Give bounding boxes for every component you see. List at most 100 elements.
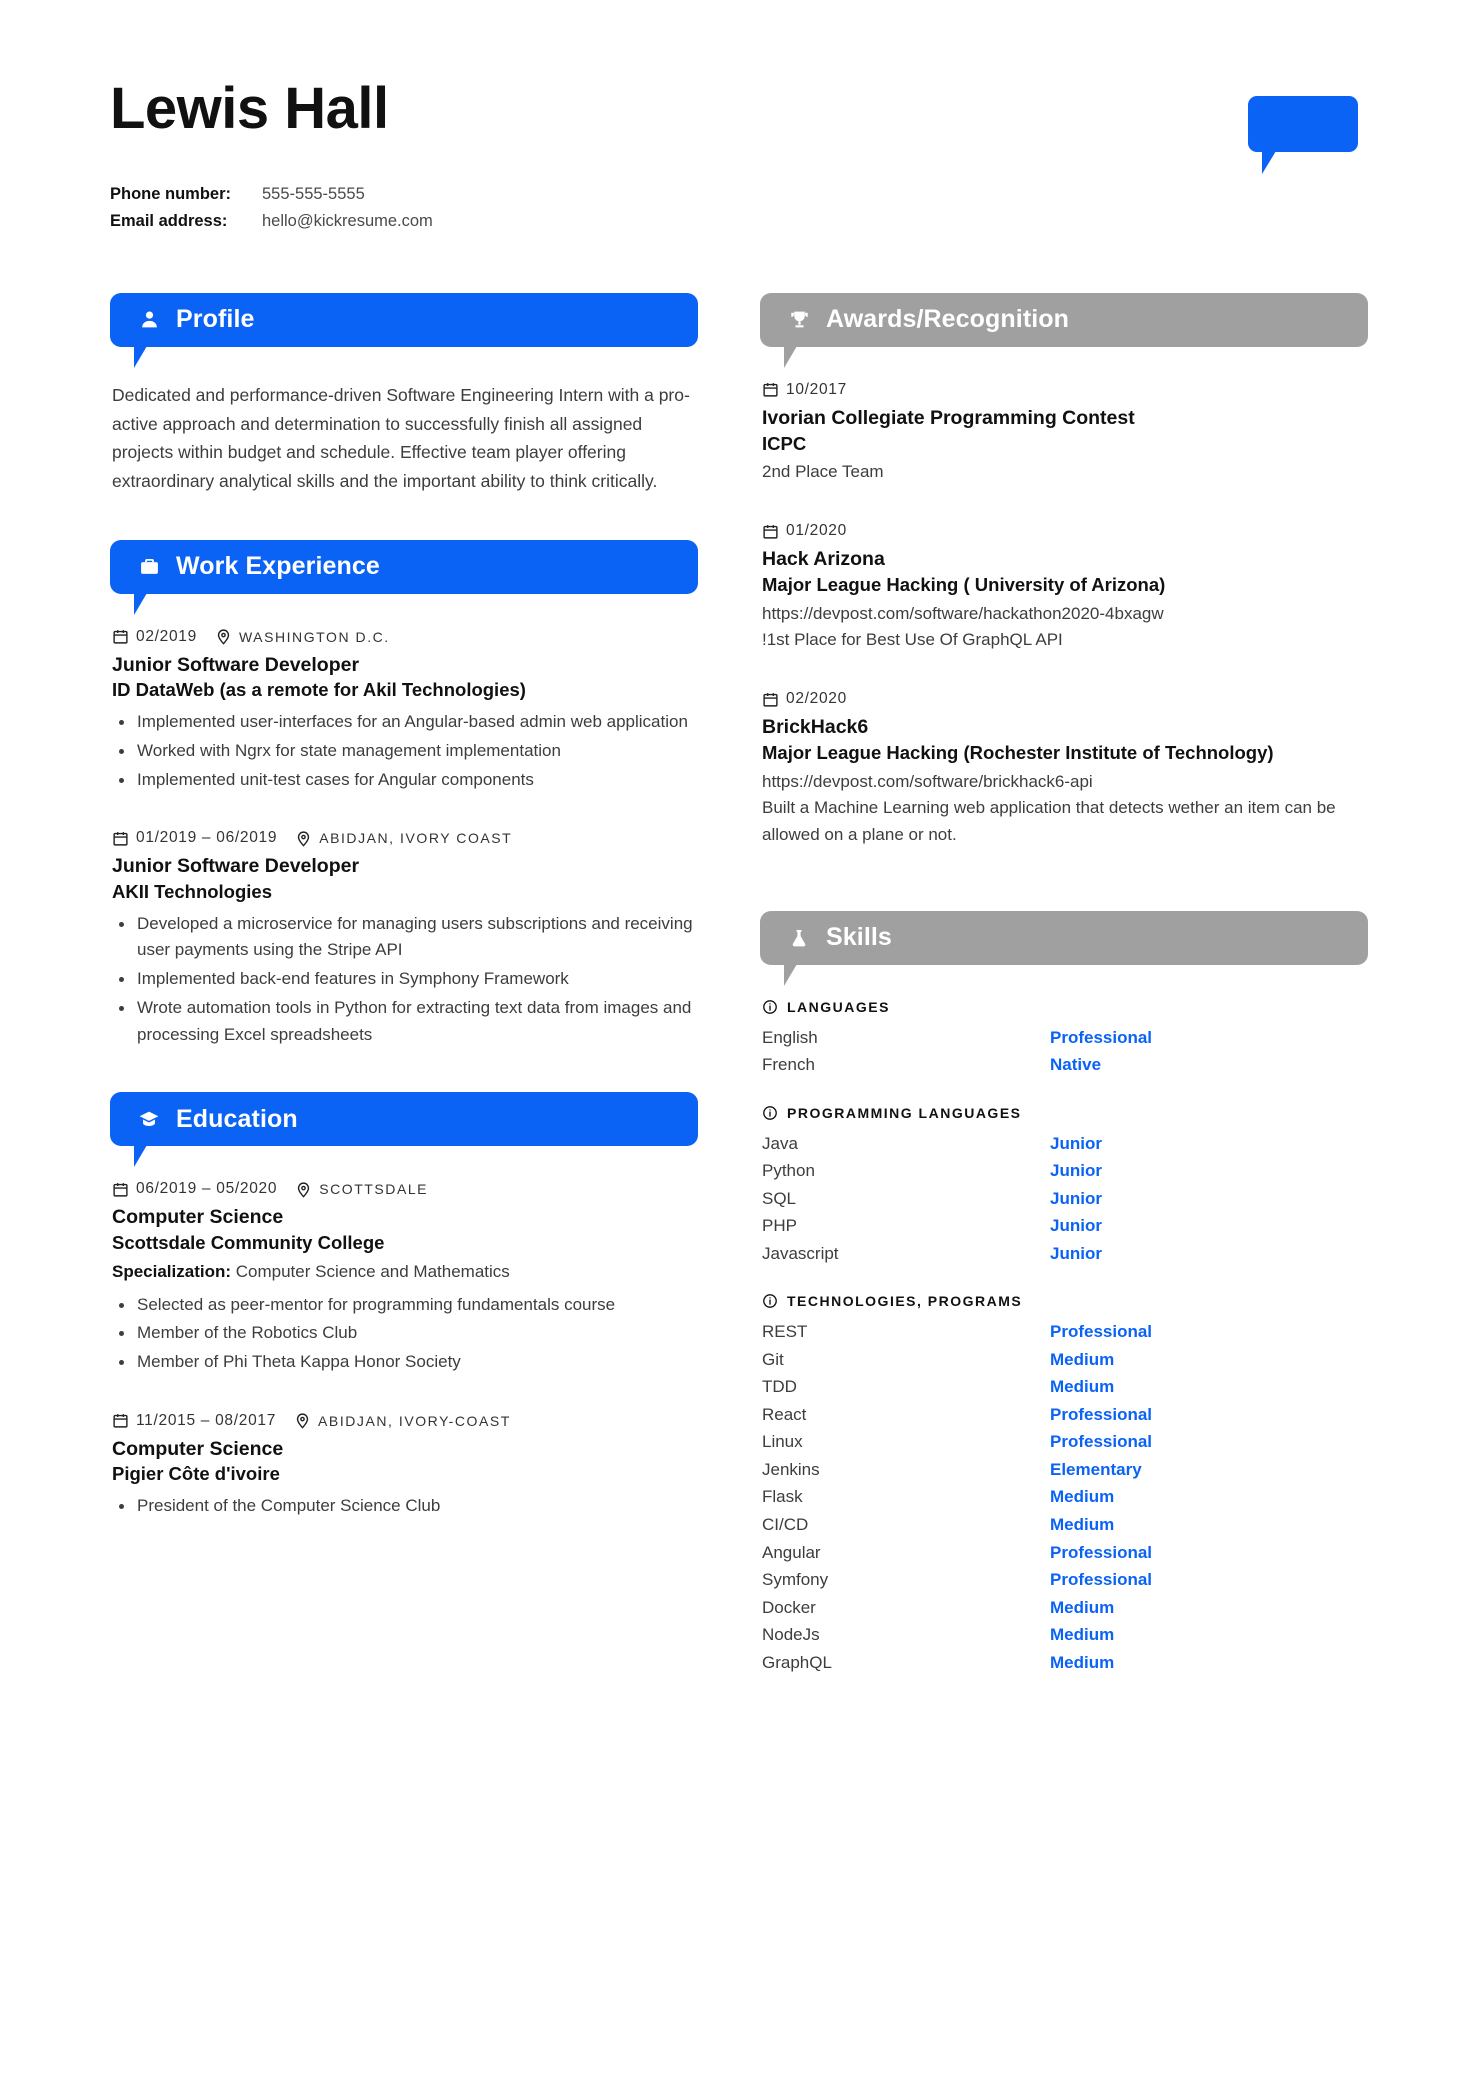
entry-meta: 11/2015 – 08/2017 ABIDJAN, IVORY-COAST (112, 1412, 698, 1430)
entry-meta: 02/2020 (762, 690, 1368, 708)
section-body-awards: 10/2017 Ivorian Collegiate Programming C… (760, 381, 1368, 849)
skill-name: Docker (762, 1597, 816, 1617)
skill-level: Professional (1050, 1432, 1153, 1452)
skill-level: Professional (1050, 1570, 1153, 1590)
list-item: Member of the Robotics Club (112, 1320, 698, 1347)
skill-group-programming-languages: PROGRAMMING LANGUAGES Java Junior Python… (762, 1105, 1368, 1268)
entry-subtitle: Pigier Côte d'ivoire (112, 1463, 280, 1485)
entry-link[interactable]: https://devpost.com/software/brickhack6-… (762, 769, 1368, 795)
section-title-work-experience: Work Experience (176, 552, 380, 581)
list-item: Implemented user-interfaces for an Angul… (112, 709, 698, 736)
skill-level: Medium (1050, 1377, 1115, 1397)
briefcase-icon (136, 554, 162, 580)
entry-title: Hack Arizona (762, 548, 885, 571)
profile-text: Dedicated and performance-driven Softwar… (112, 384, 690, 491)
skill-level: Professional (1050, 1027, 1153, 1047)
skill-level: Professional (1050, 1404, 1153, 1424)
skill-row: Git Medium (762, 1346, 1368, 1374)
list-item: Developed a microservice for managing us… (112, 911, 698, 964)
entry-link[interactable]: https://devpost.com/software/hackathon20… (762, 601, 1368, 627)
entry-date: 06/2019 – 05/2020 (136, 1180, 278, 1198)
entry-bullets: Implemented user-interfaces for an Angul… (112, 709, 698, 793)
skill-row: Flask Medium (762, 1483, 1368, 1511)
skill-name: TDD (762, 1377, 797, 1397)
entry-title: Junior Software Developer (112, 855, 360, 878)
section-education: Education 06/2019 – 05/2020 SCOTTSDALE C… (110, 1092, 698, 1520)
phone-value[interactable]: 555-555-5555 (262, 181, 365, 208)
skill-level: Native (1050, 1055, 1102, 1075)
entry-note: 2nd Place Team (762, 462, 884, 482)
skill-row: REST Professional (762, 1318, 1368, 1346)
skill-level: Medium (1050, 1515, 1115, 1535)
specialization-value: Computer Science and Mathematics (231, 1261, 510, 1281)
education-entry: 11/2015 – 08/2017 ABIDJAN, IVORY-COAST C… (112, 1412, 698, 1520)
location-pin-icon (294, 1412, 311, 1429)
skill-row: English Professional (762, 1024, 1368, 1052)
calendar-icon (112, 830, 129, 847)
skill-name: PHP (762, 1216, 797, 1236)
list-item: President of the Computer Science Club (112, 1493, 698, 1520)
skill-name: Javascript (762, 1243, 839, 1263)
phone-label: Phone number: (110, 185, 232, 204)
info-icon (762, 1105, 778, 1121)
skill-level: Medium (1050, 1487, 1115, 1507)
skill-row: Javascript Junior (762, 1240, 1368, 1268)
list-item: Worked with Ngrx for state management im… (112, 738, 698, 765)
entry-title: Computer Science (112, 1206, 284, 1229)
right-column: Awards/Recognition 10/2017 Ivorian Colle… (760, 292, 1368, 1720)
skill-level: Medium (1050, 1349, 1115, 1369)
email-value[interactable]: hello@kickresume.com (262, 208, 433, 235)
section-header-awards: Awards/Recognition (760, 292, 1368, 368)
skill-level: Junior (1050, 1216, 1102, 1236)
calendar-icon (762, 381, 779, 398)
section-body-education: 06/2019 – 05/2020 SCOTTSDALE Computer Sc… (110, 1180, 698, 1520)
entry-note: !1st Place for Best Use Of GraphQL API (762, 630, 1063, 650)
entry-title: Junior Software Developer (112, 653, 360, 676)
resume-page: Lewis Hall Phone number: 555-555-5555 Em… (0, 0, 1468, 2076)
skill-name: Python (762, 1161, 815, 1181)
entry-title: BrickHack6 (762, 716, 869, 738)
email-label: Email address: (110, 212, 228, 231)
section-title-profile: Profile (176, 305, 255, 334)
list-item: Implemented back-end features in Symphon… (112, 966, 698, 993)
work-entry: 01/2019 – 06/2019 ABIDJAN, IVORY COAST J… (112, 829, 698, 1048)
section-body-profile: Dedicated and performance-driven Softwar… (110, 381, 698, 496)
location-pin-icon (295, 830, 312, 847)
location-pin-icon (295, 1181, 312, 1198)
entry-subtitle: Major League Hacking (Rochester Institut… (762, 741, 1274, 763)
skill-level: Junior (1050, 1133, 1102, 1153)
skill-name: Flask (762, 1487, 803, 1507)
entry-date: 10/2017 (786, 380, 847, 398)
skill-name: NodeJs (762, 1625, 820, 1645)
entry-subtitle: ICPC (762, 432, 807, 454)
entry-meta: 06/2019 – 05/2020 SCOTTSDALE (112, 1180, 698, 1198)
entry-date: 11/2015 – 08/2017 (136, 1411, 277, 1429)
calendar-icon (762, 691, 779, 708)
section-title-awards: Awards/Recognition (826, 305, 1070, 334)
skill-name: GraphQL (762, 1652, 832, 1672)
work-entry: 02/2019 WASHINGTON D.C. Junior Software … (112, 628, 698, 794)
skill-level: Professional (1050, 1542, 1153, 1562)
section-title-skills: Skills (826, 923, 892, 952)
entry-meta: 02/2019 WASHINGTON D.C. (112, 628, 698, 646)
entry-subtitle: AKII Technologies (112, 880, 273, 902)
skill-level: Medium (1050, 1625, 1115, 1645)
location-pin-icon (215, 628, 232, 645)
skill-level: Professional (1050, 1322, 1153, 1342)
entry-note: Built a Machine Learning web application… (762, 797, 1336, 844)
skill-row: Symfony Professional (762, 1566, 1368, 1594)
trophy-icon (786, 307, 812, 333)
skill-group-title: LANGUAGES (787, 998, 890, 1015)
flask-icon (786, 925, 812, 951)
skill-group-title: PROGRAMMING LANGUAGES (787, 1104, 1022, 1121)
entry-subtitle: Major League Hacking ( University of Ari… (762, 574, 1166, 596)
list-item: Selected as peer-mentor for programming … (112, 1292, 698, 1319)
skill-name: CI/CD (762, 1515, 809, 1535)
section-body-work-experience: 02/2019 WASHINGTON D.C. Junior Software … (110, 628, 698, 1049)
award-entry: 01/2020 Hack Arizona Major League Hackin… (762, 522, 1368, 654)
section-profile: Profile Dedicated and performance-driven… (110, 292, 698, 496)
skill-group-languages: LANGUAGES English Professional French Na… (762, 999, 1368, 1079)
skill-name: Java (762, 1133, 798, 1153)
section-header-work-experience: Work Experience (110, 539, 698, 615)
skill-row: Java Junior (762, 1130, 1368, 1158)
